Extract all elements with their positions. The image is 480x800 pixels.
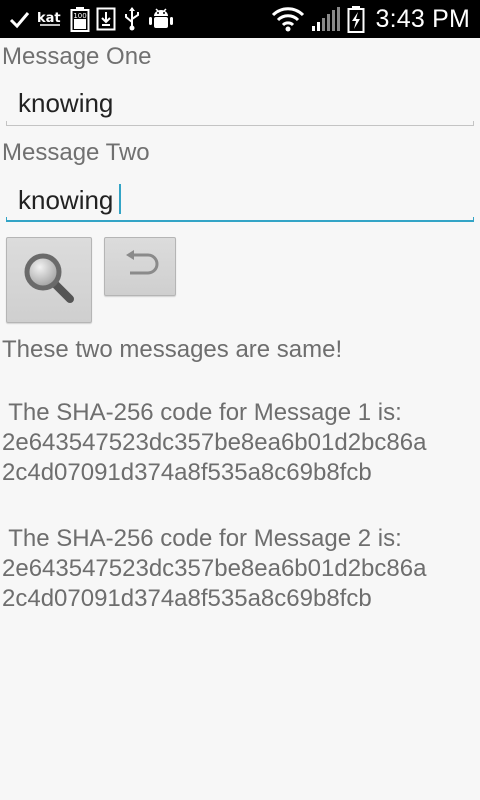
magnifier-icon — [21, 250, 77, 311]
reset-button[interactable] — [104, 237, 176, 296]
comparison-result: These two messages are same! — [2, 336, 343, 363]
message-two-label: Message Two — [2, 139, 150, 166]
message-one-field[interactable]: knowing — [6, 82, 474, 126]
android-debug-icon — [148, 7, 174, 31]
system-status: 3:43 PM — [271, 0, 470, 38]
search-button[interactable] — [6, 237, 92, 323]
battery-100-icon: 100 — [70, 6, 90, 32]
message-one-value: knowing — [18, 88, 114, 118]
download-icon — [96, 7, 116, 31]
hash2-heading: The SHA-256 code for Message 2 is: — [2, 525, 402, 552]
field-underline-cap-right — [473, 121, 474, 126]
svg-text:100: 100 — [73, 12, 86, 20]
app-content: Message One knowing Message Two knowing — [0, 38, 480, 800]
hash1-line2: 2c4d07091d374a8f535a8c69b8fcb — [2, 459, 372, 486]
battery-charging-icon — [347, 5, 365, 33]
hash1-line1: 2e643547523dc357be8ea6b01d2bc86a — [2, 429, 427, 456]
hash2-line1: 2e643547523dc357be8ea6b01d2bc86a — [2, 555, 427, 582]
status-bar: kat 100 3:43 PM — [0, 0, 480, 38]
undo-icon — [120, 249, 160, 284]
notification-icons: kat 100 — [8, 5, 174, 33]
wifi-icon — [271, 6, 305, 32]
field-underline-cap-left — [6, 217, 7, 222]
text-cursor — [119, 184, 122, 214]
field-underline-cap-right — [473, 217, 474, 222]
app-logo-icon: kat — [36, 7, 64, 31]
field-underline-cap-left — [6, 121, 7, 126]
message-two-value-wrap: knowing — [18, 184, 122, 216]
cell-signal-icon — [311, 6, 341, 32]
usb-icon — [122, 6, 142, 32]
hash2-line2: 2c4d07091d374a8f535a8c69b8fcb — [2, 585, 372, 612]
check-icon — [8, 8, 30, 30]
message-two-value: knowing — [18, 185, 114, 215]
svg-text:kat: kat — [37, 11, 61, 26]
message-two-field[interactable]: knowing — [6, 178, 474, 222]
field-underline-focused — [6, 220, 474, 222]
hash1-heading: The SHA-256 code for Message 1 is: — [2, 399, 402, 426]
field-underline — [6, 125, 474, 126]
clock: 3:43 PM — [375, 4, 470, 33]
message-one-label: Message One — [2, 43, 152, 70]
